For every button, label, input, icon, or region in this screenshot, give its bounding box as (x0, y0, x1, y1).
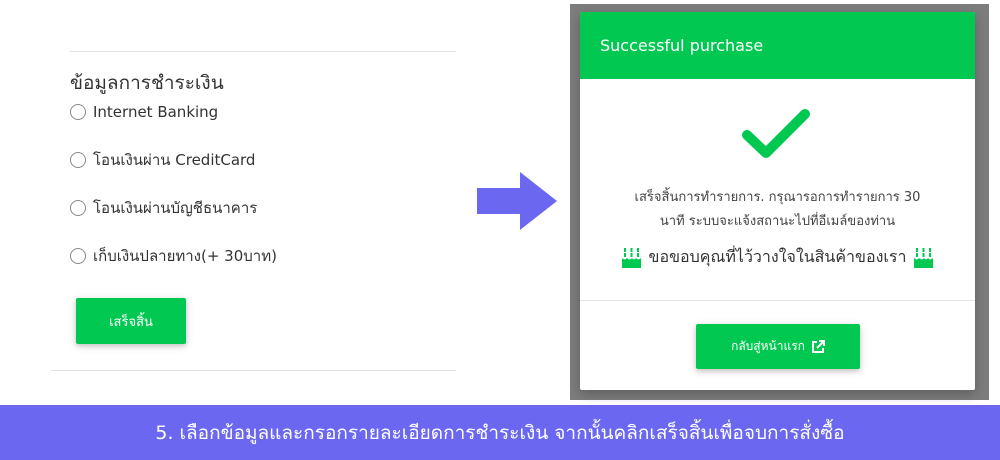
back-to-home-label: กลับสู่หน้าแรก (731, 339, 805, 353)
payment-option-bank-transfer[interactable]: โอนเงินผ่านบัญชีธนาคาร (70, 198, 257, 218)
payment-option-creditcard[interactable]: โอนเงินผ่าน CreditCard (70, 150, 255, 170)
birthday-cake-icon (914, 247, 934, 268)
success-modal: Successful purchase เสร็จสิ้นการทำรายการ… (580, 12, 975, 390)
payment-option-label: โอนเงินผ่าน CreditCard (93, 151, 256, 169)
checkmark-icon (742, 109, 810, 158)
radio-button[interactable] (70, 200, 86, 216)
success-message-line1: เสร็จสิ้นการทำรายการ. กรุณารอการทำรายการ… (634, 190, 921, 205)
payment-option-label: เก็บเงินปลายทาง(+ 30บาท) (93, 247, 277, 265)
thanks-row: ขอขอบคุณที่ไว้วางใจในสินค้าของเรา (580, 245, 975, 270)
payment-option-internet-banking[interactable]: Internet Banking (70, 102, 218, 122)
payment-option-label: โอนเงินผ่านบัญชีธนาคาร (93, 199, 258, 217)
radio-button[interactable] (70, 248, 86, 264)
radio-button[interactable] (70, 104, 86, 120)
arrow-right-icon (477, 172, 557, 230)
form-top-divider (70, 51, 456, 52)
external-link-icon (811, 339, 825, 353)
radio-button[interactable] (70, 152, 86, 168)
success-message-line2: นาที ระบบจะแจ้งสถานะไปที่อีเมล์ของท่าน (659, 214, 896, 229)
form-bottom-divider (51, 370, 456, 371)
instruction-caption: 5. เลือกข้อมูลและกรอกรายละเอียดการชำระเง… (0, 405, 1000, 460)
payment-option-label: Internet Banking (93, 103, 219, 121)
payment-option-cash-on-delivery[interactable]: เก็บเงินปลายทาง(+ 30บาท) (70, 246, 277, 266)
birthday-cake-icon (621, 247, 641, 268)
back-to-home-button[interactable]: กลับสู่หน้าแรก (696, 324, 860, 369)
finish-button[interactable]: เสร็จสิ้น (76, 298, 186, 344)
modal-footer-divider (580, 300, 975, 301)
payment-info-title: ข้อมูลการชำระเงิน (70, 72, 224, 94)
modal-header: Successful purchase (580, 12, 975, 79)
thanks-text: ขอขอบคุณที่ไว้วางใจในสินค้าของเรา (648, 247, 907, 266)
